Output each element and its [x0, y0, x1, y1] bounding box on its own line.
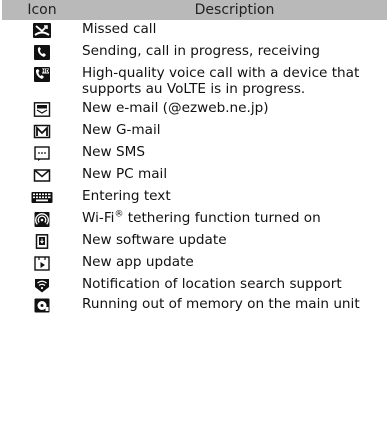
table-row: New SMS — [2, 143, 387, 165]
row-description: Sending, call in progress, receiving — [82, 43, 320, 59]
header-icon: Icon — [2, 0, 82, 20]
table-header-row: Icon Description — [2, 0, 387, 20]
svg-text:HD: HD — [42, 69, 50, 75]
app-update-icon — [33, 256, 51, 271]
row-description: Notification of location search support — [82, 276, 342, 292]
status-icon-table: Icon Description Missed call Sending, ca… — [2, 0, 387, 315]
row-description: Wi-Fi® tethering function turned on — [82, 209, 321, 226]
table-row: New G-mail — [2, 121, 387, 143]
location-search-icon — [33, 278, 51, 293]
row-description: New PC mail — [82, 166, 168, 182]
row-description: New app update — [82, 254, 194, 270]
row-description: New e-mail (@ezweb.ne.jp) — [82, 100, 269, 116]
header-description: Description — [82, 0, 387, 20]
table-row: Notification of location search support — [2, 275, 387, 295]
table-row: Sending, call in progress, receiving — [2, 42, 387, 64]
table-row: HD High-quality voice call with a device… — [2, 64, 387, 99]
table-row: Wi-Fi® tethering function turned on — [2, 209, 387, 231]
phone-call-icon — [33, 45, 51, 60]
row-description: Entering text — [82, 188, 171, 204]
wifi-tethering-icon — [33, 212, 51, 227]
low-memory-icon — [33, 298, 51, 313]
table-row: Missed call — [2, 20, 387, 42]
row-description: Missed call — [82, 21, 157, 37]
sms-icon — [33, 146, 51, 161]
hd-call-icon: HD — [33, 67, 51, 82]
table-row: Entering text — [2, 187, 387, 209]
pc-mail-icon — [33, 168, 51, 183]
table-row: New e-mail (@ezweb.ne.jp) — [2, 99, 387, 121]
row-description: High-quality voice call with a device th… — [82, 65, 360, 97]
gmail-icon — [33, 124, 51, 139]
row-description: New software update — [82, 232, 227, 248]
row-description: New SMS — [82, 144, 145, 160]
missed-call-icon — [33, 23, 51, 38]
keyboard-icon — [31, 190, 53, 205]
table-row: New PC mail — [2, 165, 387, 187]
table-row: New software update — [2, 231, 387, 253]
ezweb-mail-icon — [33, 102, 51, 117]
table-row: New app update — [2, 253, 387, 275]
software-update-icon — [33, 234, 51, 249]
row-description: Running out of memory on the main unit — [82, 296, 360, 312]
table-row: Running out of memory on the main unit — [2, 295, 387, 315]
row-description: New G-mail — [82, 122, 161, 138]
